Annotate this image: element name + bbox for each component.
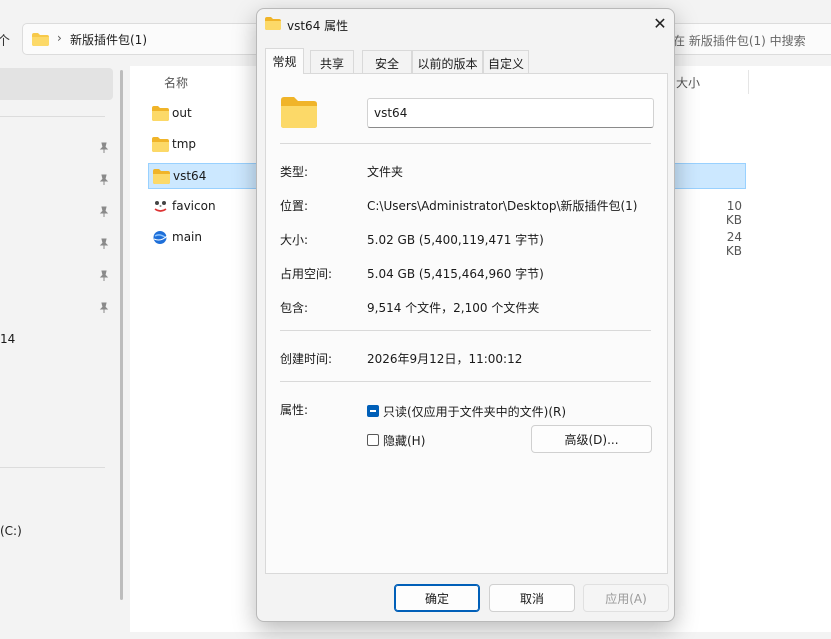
file-name: tmp bbox=[172, 137, 197, 151]
divider bbox=[280, 330, 651, 331]
contains-label: 包含: bbox=[280, 301, 309, 315]
type-value: 文件夹 bbox=[367, 165, 404, 179]
sidebar-item-drive-c[interactable]: (C:) bbox=[0, 524, 22, 538]
tab-security[interactable]: 安全 bbox=[362, 50, 412, 73]
favicon-icon bbox=[154, 201, 167, 212]
size-label: 大小: bbox=[280, 233, 309, 247]
pin-icon bbox=[99, 238, 109, 249]
file-size: 24 KB bbox=[725, 230, 742, 258]
ok-button[interactable]: 确定 bbox=[394, 584, 480, 612]
properties-dialog: vst64 属性 ✕ 常规 共享 安全 以前的版本 自定义 类型: 文件夹 位置… bbox=[256, 8, 675, 622]
pin-icon bbox=[99, 270, 109, 281]
contains-value: 9,514 个文件，2,100 个文件夹 bbox=[367, 301, 540, 315]
readonly-label[interactable]: 只读(仅应用于文件夹中的文件)(R) bbox=[383, 403, 566, 420]
tab-general[interactable]: 常规 bbox=[265, 48, 304, 74]
file-name: vst64 bbox=[173, 169, 207, 183]
hidden-label[interactable]: 隐藏(H) bbox=[383, 432, 425, 449]
created-label: 创建时间: bbox=[280, 352, 333, 366]
pin-icon bbox=[99, 142, 109, 153]
close-icon[interactable]: ✕ bbox=[646, 13, 674, 37]
pin-icon bbox=[99, 206, 109, 217]
file-name: out bbox=[172, 106, 192, 120]
tab-customize[interactable]: 自定义 bbox=[483, 50, 529, 73]
readonly-checkbox[interactable] bbox=[367, 405, 379, 417]
tab-previous-versions[interactable]: 以前的版本 bbox=[412, 50, 483, 73]
pin-icon bbox=[99, 302, 109, 313]
column-header-size[interactable]: 大小 bbox=[676, 74, 700, 91]
type-label: 类型: bbox=[280, 165, 309, 179]
folder-icon bbox=[265, 17, 281, 30]
up-nav-text[interactable]: 个 bbox=[0, 30, 10, 49]
breadcrumb-current-folder[interactable]: 新版插件包(1) bbox=[70, 31, 147, 48]
created-value: 2026年9月12日，11:00:12 bbox=[367, 352, 523, 366]
pin-icon bbox=[99, 174, 109, 185]
column-separator[interactable] bbox=[748, 70, 749, 94]
dialog-title: vst64 属性 bbox=[287, 19, 349, 33]
divider bbox=[280, 143, 651, 144]
navigation-pane: 14 (C:) bbox=[0, 66, 128, 632]
folder-name-input[interactable] bbox=[367, 98, 654, 128]
size-on-disk-value: 5.04 GB (5,415,464,960 字节) bbox=[367, 267, 544, 281]
sidebar-divider bbox=[0, 116, 105, 117]
status-bar bbox=[0, 632, 831, 639]
cancel-button[interactable]: 取消 bbox=[489, 584, 575, 612]
breadcrumb-chevron-icon: › bbox=[57, 31, 62, 45]
search-placeholder: 在 新版插件包(1) 中搜索 bbox=[673, 34, 806, 48]
apply-button[interactable]: 应用(A) bbox=[583, 584, 669, 612]
advanced-button[interactable]: 高级(D)... bbox=[531, 425, 652, 453]
general-tab-panel: 类型: 文件夹 位置: C:\Users\Administrator\Deskt… bbox=[265, 73, 668, 574]
column-header-name[interactable]: 名称 bbox=[164, 74, 188, 91]
folder-icon bbox=[153, 169, 170, 184]
divider bbox=[280, 381, 651, 382]
size-value: 5.02 GB (5,400,119,471 字节) bbox=[367, 233, 544, 247]
size-on-disk-label: 占用空间: bbox=[280, 267, 333, 281]
sidebar-divider bbox=[0, 467, 105, 468]
folder-icon bbox=[152, 106, 169, 121]
file-name: main bbox=[172, 230, 202, 244]
file-name: favicon bbox=[172, 199, 216, 213]
folder-icon bbox=[32, 33, 49, 46]
folder-icon bbox=[281, 97, 317, 128]
hidden-checkbox[interactable] bbox=[367, 434, 379, 446]
file-size: 10 KB bbox=[725, 199, 742, 227]
html-file-icon bbox=[153, 231, 168, 244]
tab-sharing[interactable]: 共享 bbox=[310, 50, 354, 73]
attributes-label: 属性: bbox=[280, 403, 309, 417]
sidebar-scrollbar[interactable] bbox=[120, 70, 123, 600]
sidebar-item-selected[interactable] bbox=[0, 68, 113, 100]
location-value: C:\Users\Administrator\Desktop\新版插件包(1) bbox=[367, 199, 638, 213]
location-label: 位置: bbox=[280, 199, 309, 213]
folder-icon bbox=[152, 137, 169, 152]
sidebar-item-label[interactable]: 14 bbox=[0, 332, 15, 346]
address-bar[interactable]: › 新版插件包(1) bbox=[22, 23, 292, 55]
